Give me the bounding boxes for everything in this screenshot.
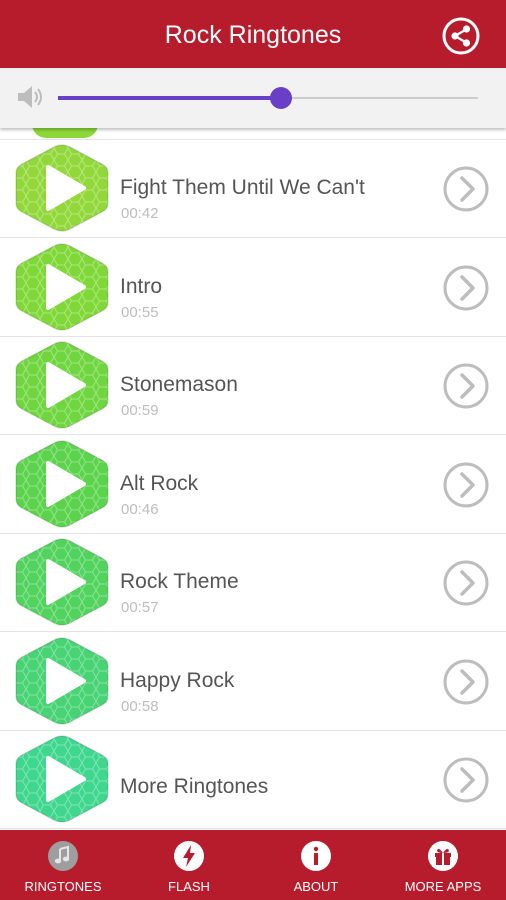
list-item[interactable]: More Ringtones (0, 731, 506, 829)
ringtone-title: Happy Rock (120, 668, 235, 692)
list-item[interactable]: Happy Rock 00:58 (0, 633, 506, 731)
play-button[interactable] (12, 438, 112, 530)
list-item[interactable]: Fight Them Until We Can't 00:42 (0, 140, 506, 238)
chevron-right-icon[interactable] (443, 462, 489, 508)
play-button[interactable] (12, 339, 112, 431)
app-title: Rock Ringtones (164, 21, 342, 49)
volume-slider-thumb[interactable] (269, 87, 292, 109)
info-icon (301, 841, 331, 871)
ringtone-title: More Ringtones (120, 775, 269, 798)
nav-ringtones[interactable]: RINGTONES (0, 830, 126, 900)
ringtone-duration: 00:42 (121, 205, 159, 222)
ringtone-duration: 00:59 (121, 402, 159, 419)
nav-label-more-apps: MORE APPS (404, 879, 482, 894)
ringtone-duration: 00:57 (121, 599, 159, 616)
ringtone-title: Stonemason (120, 373, 238, 396)
chevron-right-icon[interactable] (443, 265, 489, 311)
volume-slider[interactable] (58, 87, 478, 109)
lightning-icon (174, 841, 204, 871)
app-bar: Rock Ringtones (0, 0, 506, 68)
speaker-icon[interactable] (15, 82, 45, 112)
play-button[interactable] (12, 635, 112, 727)
list-item[interactable]: Alt Rock 00:46 (0, 436, 506, 534)
play-button[interactable] (12, 142, 112, 234)
nav-more-apps[interactable]: MORE APPS (380, 830, 506, 900)
volume-bar (0, 68, 506, 128)
ringtone-duration: 00:58 (121, 697, 159, 715)
ringtone-title: Alt Rock (120, 471, 199, 495)
nav-label-flash: FLASH (168, 879, 210, 894)
bottom-navigation: RINGTONES FLASH ABOUT MORE APPS (0, 830, 506, 900)
gift-icon (428, 841, 458, 871)
ringtone-list[interactable]: Fight Them Until We Can't 00:42 Intro 00:55… (0, 128, 506, 830)
list-item-partial (0, 128, 506, 140)
chevron-right-icon[interactable] (443, 659, 489, 705)
nav-about[interactable]: ABOUT (253, 830, 379, 900)
ringtone-duration: 00:46 (121, 500, 159, 518)
share-icon[interactable] (441, 16, 481, 56)
ringtone-title: Rock Theme (120, 570, 239, 593)
nav-label-ringtones: RINGTONES (24, 879, 102, 894)
play-button[interactable] (12, 733, 112, 825)
chevron-right-icon[interactable] (443, 560, 489, 606)
ringtone-title: Fight Them Until We Can't (120, 176, 365, 199)
volume-slider-fill (58, 96, 281, 100)
chevron-right-icon[interactable] (443, 757, 489, 803)
nav-label-about: ABOUT (293, 879, 339, 894)
list-item[interactable]: Stonemason 00:59 (0, 337, 506, 435)
play-button[interactable] (12, 241, 112, 333)
list-item[interactable]: Intro 00:55 (0, 239, 506, 337)
nav-flash[interactable]: FLASH (126, 830, 252, 900)
music-note-icon (48, 841, 78, 871)
list-item[interactable]: Rock Theme 00:57 (0, 534, 506, 632)
play-button-partial (32, 128, 98, 138)
chevron-right-icon[interactable] (443, 363, 489, 409)
chevron-right-icon[interactable] (443, 166, 489, 212)
ringtone-duration: 00:55 (121, 303, 159, 321)
ringtone-title: Intro (120, 274, 163, 298)
play-button[interactable] (12, 536, 112, 628)
